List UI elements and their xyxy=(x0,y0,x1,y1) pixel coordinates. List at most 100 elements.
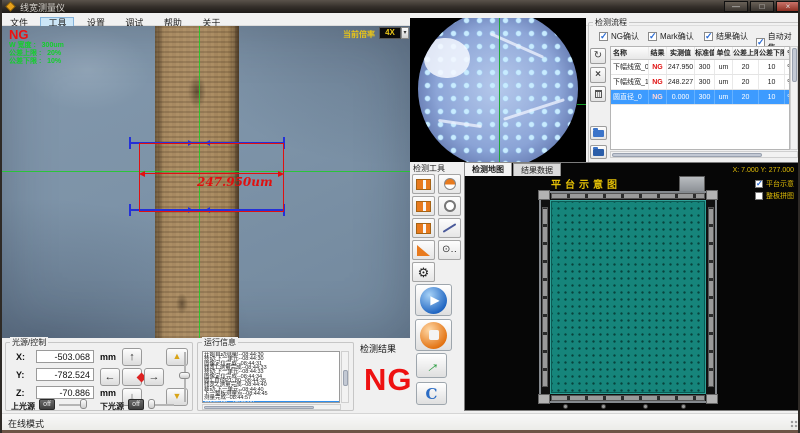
tool-linewidth-v-button[interactable] xyxy=(412,196,435,216)
checkbox-mark-confirm[interactable]: Mark确认 xyxy=(648,31,694,42)
scrollbar-thumb[interactable] xyxy=(792,48,797,82)
circle-icon xyxy=(444,200,456,212)
z-position-field[interactable]: -70.886 xyxy=(36,386,94,399)
start-button[interactable]: ▶ xyxy=(415,284,452,316)
checkbox-icon[interactable] xyxy=(648,32,657,41)
pcb-board-map[interactable] xyxy=(551,201,705,393)
checkbox-board-mosaic[interactable]: 整板拼图 xyxy=(755,191,794,201)
tool-pad-circle-button[interactable] xyxy=(438,174,461,194)
half-circle-icon xyxy=(444,178,456,190)
jog-up-button[interactable]: ↑ xyxy=(122,348,142,366)
minimize-button[interactable]: — xyxy=(724,1,748,12)
bottom-light-label: 下光源 xyxy=(100,401,124,412)
title-bar[interactable]: 线宽测量仪 — □ × xyxy=(2,0,800,13)
linewidth-icon xyxy=(416,201,431,212)
jog-center-button[interactable] xyxy=(122,368,142,386)
delete-step-button[interactable] xyxy=(590,86,606,102)
export-arrow-icon: → xyxy=(420,354,443,377)
tool-circle-button[interactable] xyxy=(438,196,461,216)
top-light-toggle[interactable]: off xyxy=(39,399,55,410)
refresh-button[interactable]: C xyxy=(416,382,447,405)
scope-crosshair-line xyxy=(499,18,500,162)
clear-step-button[interactable]: × xyxy=(590,67,606,83)
runlog-title: 运行信息 xyxy=(202,337,238,348)
right-clamp-strip xyxy=(708,207,714,387)
folder-save-icon xyxy=(593,149,604,156)
tool-angle-button[interactable] xyxy=(412,240,435,260)
tool-point-button[interactable]: ⊙‥ xyxy=(438,240,461,260)
export-button[interactable]: → xyxy=(416,353,447,378)
table-row-selected[interactable]: 圆直径_0 NG 0.000 300 um 20 10 % xyxy=(611,90,790,105)
stop-icon xyxy=(420,322,447,349)
checkbox-platform-view[interactable]: 平台示意 xyxy=(755,179,794,189)
distance-icon xyxy=(443,223,457,233)
log-entry-selected[interactable]: 自动运行! --08:45:00 xyxy=(203,401,339,403)
tab-result-data[interactable]: 结果数据 xyxy=(513,163,561,176)
table-horizontal-scrollbar[interactable] xyxy=(610,151,798,158)
tab-detection-map[interactable]: 检测地图 xyxy=(464,162,512,176)
close-button[interactable]: × xyxy=(776,1,800,12)
bottom-light-toggle[interactable]: off xyxy=(128,399,144,410)
process-group-title: 检测流程 xyxy=(593,17,629,28)
map-title: 平台示意图 xyxy=(551,176,621,191)
checkbox-icon[interactable] xyxy=(599,32,608,41)
y-axis-label: Y: xyxy=(16,370,24,380)
gear-icon: ⚙ xyxy=(418,266,430,279)
chevron-down-icon[interactable]: ▾ xyxy=(401,27,409,39)
status-mode: 在线模式 xyxy=(8,417,44,430)
checkbox-ng-confirm[interactable]: NG确认 xyxy=(599,31,639,42)
z-slider-thumb[interactable] xyxy=(179,372,190,379)
measure-tick xyxy=(129,204,131,216)
y-position-field[interactable]: -782.524 xyxy=(36,368,94,381)
scope-crosshair-tick xyxy=(577,104,586,105)
table-row[interactable]: 下幅线宽_1 NG 248.227 300 um 20 10 % xyxy=(611,75,790,90)
bottom-light-slider-thumb[interactable] xyxy=(148,399,155,409)
pcb-copper-pour xyxy=(424,38,470,78)
tool-distance-button[interactable] xyxy=(438,218,461,238)
scrollbar-thumb[interactable] xyxy=(612,153,762,157)
corner-block xyxy=(706,190,718,200)
checkbox-icon[interactable] xyxy=(755,180,763,188)
z-unit: mm xyxy=(100,388,116,398)
resize-grip[interactable] xyxy=(790,420,800,429)
save-file-button[interactable] xyxy=(590,145,607,159)
scrollbar-thumb[interactable] xyxy=(204,406,314,409)
jog-left-button[interactable]: ← xyxy=(100,368,120,386)
checkbox-icon[interactable] xyxy=(704,32,713,41)
table-header-row: 名称 结果 实测值 标准值 单位 公差上限 公差下限 % xyxy=(611,47,790,60)
tool-settings-button[interactable]: ⚙ xyxy=(412,262,435,282)
x-position-field[interactable]: -503.068 xyxy=(36,350,94,363)
control-group-title: 光源/控制 xyxy=(10,337,48,348)
refresh-icon: C xyxy=(426,385,438,403)
runlog-groupbox: 开始自动测量!--08:44:30 移动:下一单元--08:44:30 图像定位… xyxy=(197,342,354,411)
open-file-button[interactable] xyxy=(590,126,607,140)
reload-step-button[interactable]: ↻ xyxy=(590,48,606,64)
camera-view[interactable]: 247.950um NG W 宽度 : 300um 公差上限 : 20% 公差下… xyxy=(2,26,410,338)
runlog-vertical-scrollbar[interactable] xyxy=(341,351,349,403)
magnification-select[interactable]: 4X xyxy=(379,27,401,39)
measure-width-line xyxy=(145,173,278,174)
top-light-slider-thumb[interactable] xyxy=(80,399,87,409)
table-row[interactable]: 下幅线宽_0 NG 247.950 300 um 20 10 % xyxy=(611,60,790,75)
measure-arrowhead-right xyxy=(278,171,284,177)
tool-linewidth-h-button[interactable] xyxy=(412,174,435,194)
runlog-horizontal-scrollbar[interactable] xyxy=(202,404,341,410)
measure-arrowhead-left xyxy=(139,171,145,177)
stop-square xyxy=(429,330,439,340)
results-table[interactable]: 名称 结果 实测值 标准值 单位 公差上限 公差下限 % 下幅线宽_0 NG 2… xyxy=(610,46,790,150)
tool-gap-button[interactable] xyxy=(412,218,435,238)
jog-right-button[interactable]: → xyxy=(144,368,164,386)
corner-block xyxy=(538,190,550,200)
checkbox-result-confirm[interactable]: 结果确认 xyxy=(704,31,748,42)
table-vertical-scrollbar[interactable] xyxy=(790,46,798,150)
corner-block xyxy=(706,394,718,404)
stop-button[interactable] xyxy=(415,319,452,351)
x-unit: mm xyxy=(100,352,116,362)
scrollbar-thumb[interactable] xyxy=(343,370,348,386)
maximize-button[interactable]: □ xyxy=(750,1,774,12)
runlog-list[interactable]: 开始自动测量!--08:44:30 移动:下一单元--08:44:30 图像定位… xyxy=(202,351,340,403)
platform-map-panel: 平台示意图 X: 7.000 Y: 277.000 平台示意 整板拼图 xyxy=(464,162,800,411)
checkbox-icon[interactable] xyxy=(755,192,763,200)
folder-open-icon xyxy=(593,130,604,137)
z-axis-label: Z: xyxy=(16,388,25,398)
